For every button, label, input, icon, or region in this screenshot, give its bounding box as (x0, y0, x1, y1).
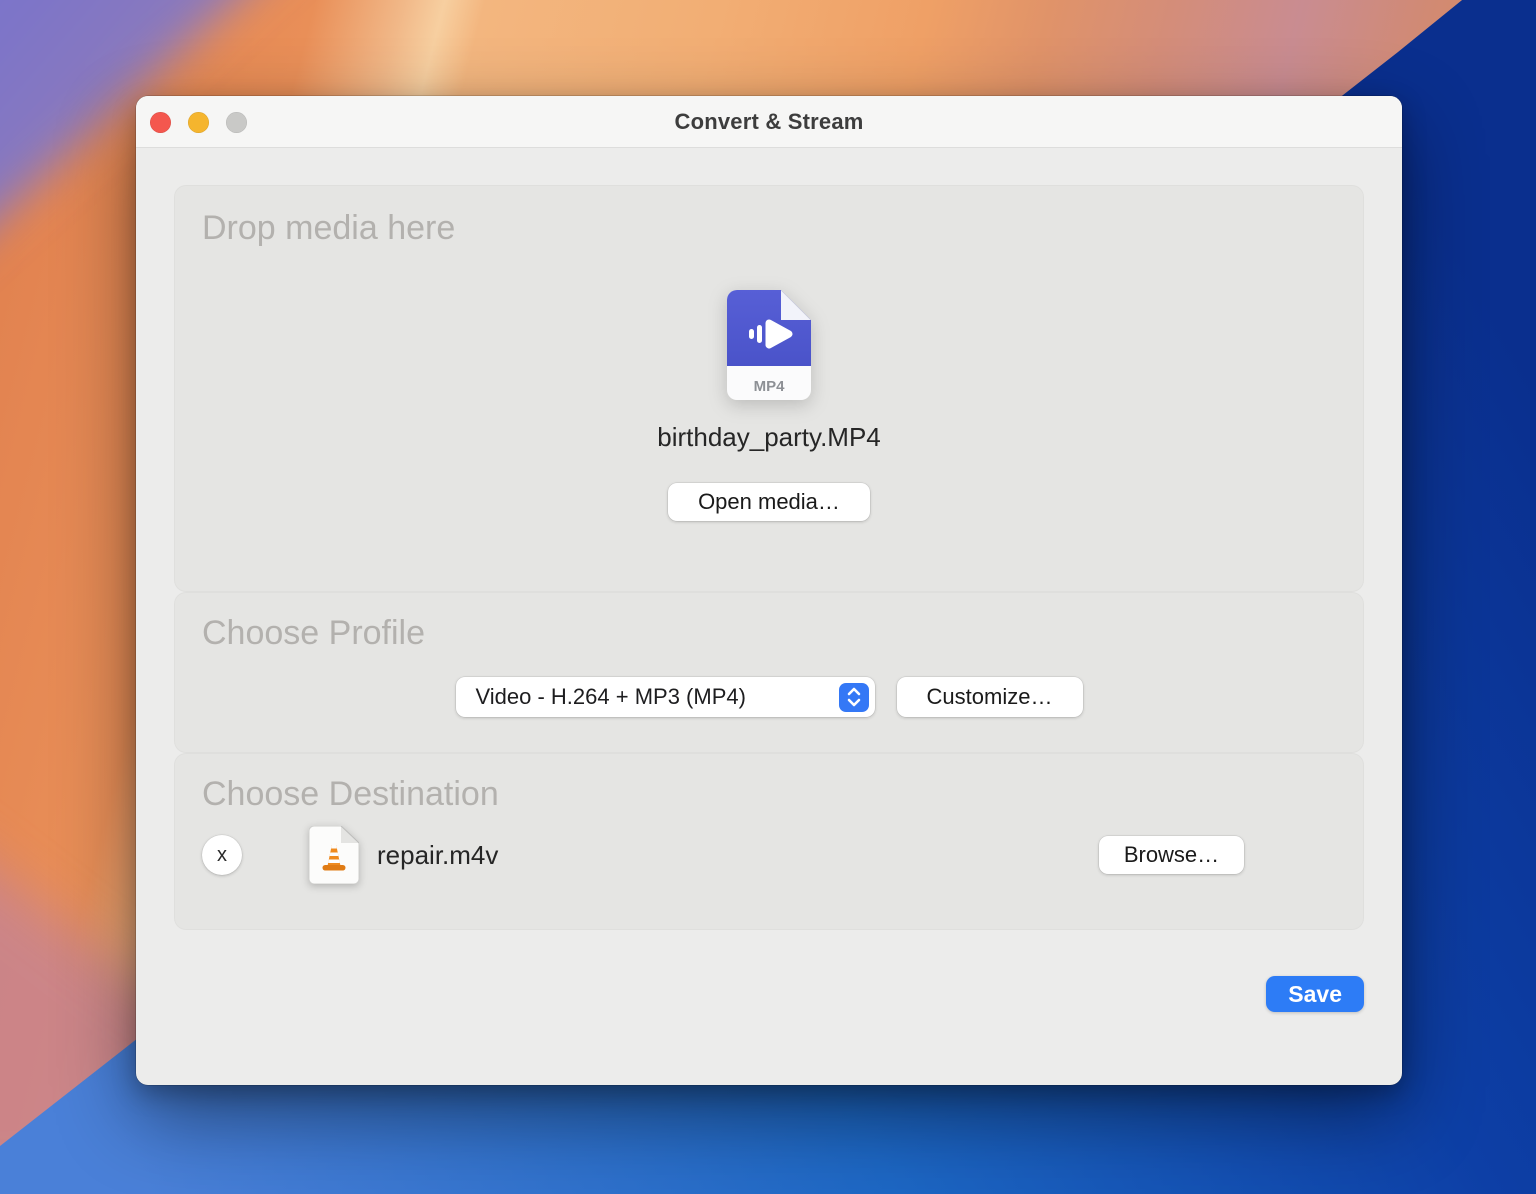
destination-heading: Choose Destination (202, 775, 499, 813)
choose-destination-panel: Choose Destination x repair.m4v Browse… (174, 753, 1364, 930)
chevron-up-down-icon (838, 682, 869, 712)
profile-select[interactable]: Video - H.264 + MP3 (MP4) (455, 677, 875, 717)
vlc-file-icon (308, 825, 360, 885)
profile-heading: Choose Profile (202, 614, 426, 652)
open-media-button[interactable]: Open media… (668, 483, 870, 521)
window-titlebar: Convert & Stream (136, 96, 1402, 148)
remove-destination-button[interactable]: x (202, 835, 242, 875)
drop-zone-heading: Drop media here (202, 209, 456, 247)
traffic-lights (150, 96, 247, 148)
drop-media-zone[interactable]: Drop media here MP4 birthday_party.MP4 O… (174, 185, 1364, 592)
choose-profile-panel: Choose Profile Video - H.264 + MP3 (MP4)… (174, 592, 1364, 753)
zoom-button-disabled (226, 111, 247, 133)
mp4-file-icon: MP4 (727, 290, 811, 400)
save-button[interactable]: Save (1266, 976, 1364, 1012)
customize-button[interactable]: Customize… (896, 677, 1083, 717)
convert-stream-window: Convert & Stream Drop media here MP4 bir… (136, 96, 1402, 1085)
mp4-icon-label: MP4 (754, 378, 786, 395)
window-footer: Save (174, 976, 1364, 1012)
desktop: Convert & Stream Drop media here MP4 bir… (0, 0, 1536, 1194)
media-file-name: birthday_party.MP4 (657, 422, 881, 452)
window-title: Convert & Stream (674, 108, 864, 134)
browse-button[interactable]: Browse… (1099, 836, 1244, 874)
window-content: Drop media here MP4 birthday_party.MP4 O… (136, 148, 1402, 1012)
destination-file-name: repair.m4v (377, 839, 499, 870)
close-button[interactable] (150, 111, 171, 133)
minimize-button[interactable] (188, 111, 209, 133)
selected-media: MP4 birthday_party.MP4 Open media… (202, 290, 1336, 521)
profile-selected-value: Video - H.264 + MP3 (MP4) (475, 684, 746, 709)
